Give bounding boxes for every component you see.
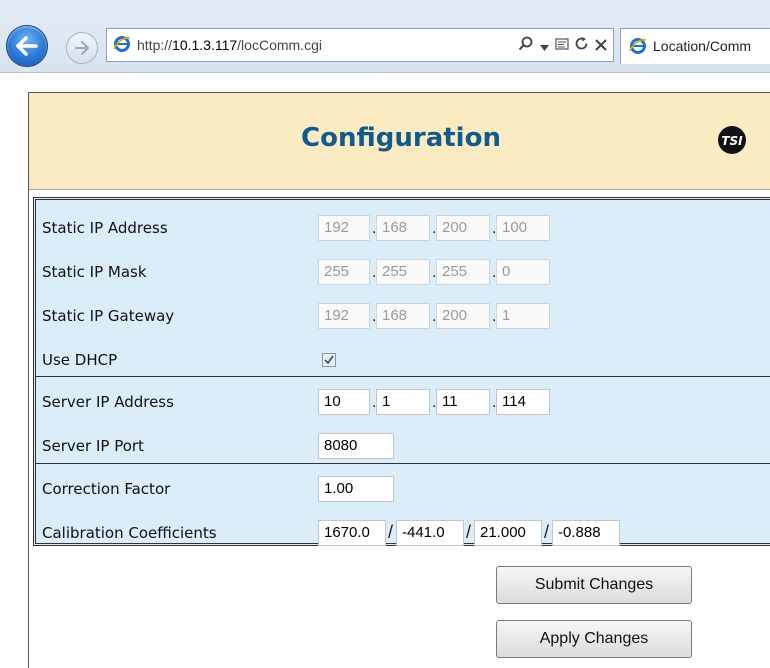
correction-factor-label: Correction Factor [42,480,171,498]
apply-changes-button[interactable]: Apply Changes [496,620,692,658]
server-ip-octet-2[interactable]: 1 [376,389,430,415]
calibration-coef-2[interactable]: -441.0 [396,520,464,546]
svg-text:TSI: TSI [721,134,743,148]
server-ip-label: Server IP Address [42,393,174,411]
calibration-coef-1[interactable]: 1670.0 [318,520,386,546]
server-ip-octet-3[interactable]: 11 [436,389,490,415]
correction-factor-input[interactable]: 1.00 [318,476,394,502]
static-ip-label: Static IP Address [42,219,168,237]
config-form: Static IP Address 192 . 168 . 200 . 100 … [33,197,770,546]
compatibility-view-icon[interactable] [555,37,569,55]
address-tools [518,35,607,57]
static-mask-octet-1[interactable]: 255 [318,259,370,285]
tab-title: Location/Comm [653,38,752,54]
url-text: http://10.1.3.117/locComm.cgi [137,37,322,53]
check-icon [324,355,334,365]
arrow-right-icon [75,41,89,55]
search-icon[interactable] [518,36,534,56]
coef-separator: / [466,522,472,542]
stop-icon[interactable] [595,38,607,55]
dhcp-checkbox[interactable] [322,353,336,367]
submit-changes-button[interactable]: Submit Changes [496,566,692,604]
tab-location-comm[interactable]: Location/Comm [620,28,770,64]
back-button[interactable] [6,25,48,67]
browser-toolbar: http://10.1.3.117/locComm.cgi Location/C… [0,0,770,73]
ie-page-icon [113,36,131,52]
coef-separator: / [388,522,394,542]
static-gateway-octet-4[interactable]: 1 [496,303,550,329]
server-port-input[interactable]: 8080 [318,433,394,459]
calibration-coef-3[interactable]: 21.000 [474,520,542,546]
tsi-logo: TSI [718,126,746,154]
dhcp-label: Use DHCP [42,351,118,369]
static-gateway-octet-2[interactable]: 168 [376,303,430,329]
server-port-label: Server IP Port [42,437,144,455]
static-mask-label: Static IP Mask [42,263,147,281]
static-ip-octet-4[interactable]: 100 [496,215,550,241]
ie-tab-icon [629,38,647,54]
chevron-down-icon[interactable] [540,38,549,55]
static-mask-octet-2[interactable]: 255 [376,259,430,285]
static-mask-octet-4[interactable]: 0 [496,259,550,285]
forward-button[interactable] [66,32,98,64]
section-divider [36,463,770,464]
server-ip-octet-1[interactable]: 10 [318,389,370,415]
arrow-left-icon [16,36,38,56]
static-ip-octet-2[interactable]: 168 [376,215,430,241]
static-ip-octet-3[interactable]: 200 [436,215,490,241]
refresh-icon[interactable] [575,37,589,55]
calibration-coef-4[interactable]: -0.888 [552,520,620,546]
static-gateway-label: Static IP Gateway [42,307,175,325]
page-title: Configuration [301,123,501,153]
server-ip-octet-4[interactable]: 114 [496,389,550,415]
static-mask-octet-3[interactable]: 255 [436,259,490,285]
static-gateway-octet-3[interactable]: 200 [436,303,490,329]
static-ip-octet-1[interactable]: 192 [318,215,370,241]
page-header: Configuration TSI [29,93,770,190]
address-bar[interactable]: http://10.1.3.117/locComm.cgi [106,28,614,62]
section-divider [36,376,770,377]
calibration-label: Calibration Coefficients [42,524,217,542]
page-content: Configuration TSI Static IP Address 192 … [28,92,770,668]
coef-separator: / [544,522,550,542]
static-gateway-octet-1[interactable]: 192 [318,303,370,329]
